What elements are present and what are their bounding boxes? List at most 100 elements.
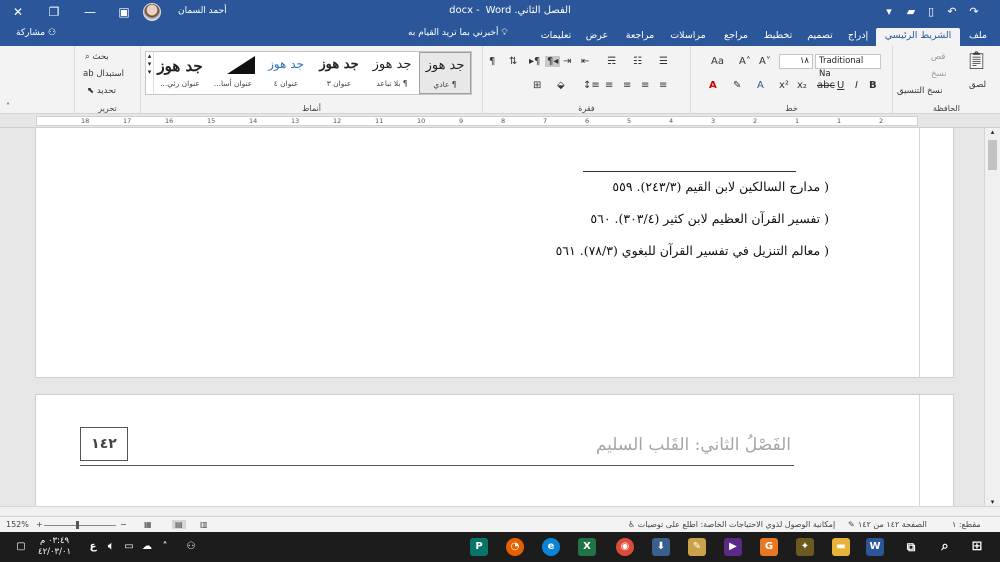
page-number-box[interactable]: ١٤٢ — [80, 427, 128, 461]
app-icon[interactable]: ✎ — [688, 538, 706, 556]
vertical-scrollbar[interactable]: ▴ ▾ — [984, 128, 1000, 506]
decrease-indent-icon[interactable]: ⇤ — [581, 56, 589, 67]
firefox-icon[interactable]: ◔ — [506, 538, 524, 556]
paste-button[interactable]: لصق — [969, 80, 986, 90]
page[interactable]: ( مدارج السالكين لابن القيم (٢٤٣/٣). ٥٥٩… — [35, 128, 954, 378]
proofing-icon[interactable]: ✎ — [848, 520, 855, 529]
zoom-slider[interactable] — [44, 525, 116, 526]
accessibility-status[interactable]: إمكانية الوصول لذوي الاحتياجات الخاصة: ا… — [628, 520, 835, 529]
tab-help[interactable]: تعليمات — [536, 28, 576, 46]
highlight-icon[interactable]: ✎ — [733, 80, 741, 91]
font-color-icon[interactable]: A — [709, 80, 717, 91]
chevron-up-icon[interactable]: ˄ — [156, 538, 174, 556]
onedrive-icon[interactable]: ☁ — [138, 538, 156, 556]
ribbon-display-icon[interactable]: ▣ — [106, 0, 142, 24]
bullets-icon[interactable]: ☰ — [659, 56, 668, 67]
scroll-thumb[interactable] — [988, 140, 997, 170]
copy-button[interactable]: نسخ — [931, 69, 946, 79]
horizontal-scrollbar[interactable] — [0, 506, 1000, 516]
numbering-icon[interactable]: ☷ — [633, 56, 642, 67]
align-center-icon[interactable]: ≡ — [641, 80, 649, 91]
clock[interactable]: ٠٣:٤٩ م ٤٢/٠٣/٠١ — [38, 536, 71, 558]
web-layout-icon[interactable]: ▦ — [144, 520, 152, 529]
tab-design[interactable]: تصميم — [802, 28, 838, 46]
read-mode-icon[interactable]: ▥ — [200, 520, 208, 529]
redo-icon[interactable]: ↷ — [966, 4, 982, 20]
people-icon[interactable]: ⚇ — [182, 538, 200, 556]
document-area[interactable]: ( مدارج السالكين لابن القيم (٢٤٣/٣). ٥٥٩… — [0, 128, 984, 506]
tab-insert[interactable]: إدراج — [842, 28, 874, 46]
rtl-direction-icon[interactable]: ¶◂ — [545, 56, 561, 67]
close-button[interactable]: ✕ — [0, 0, 36, 24]
print-layout-icon[interactable]: ▤ — [172, 520, 186, 529]
underline-icon[interactable]: U — [837, 80, 844, 91]
footnote-text[interactable]: ( معالم التنزيل في تفسير القرآن للبغوي (… — [556, 243, 829, 258]
replace-button[interactable]: استبدال ab — [83, 69, 124, 79]
network-icon[interactable]: ▭ — [120, 538, 138, 556]
strikethrough-icon[interactable]: abc — [817, 80, 835, 91]
paste-icon[interactable]: 📋︎ — [965, 50, 988, 71]
volume-icon[interactable]: 🔈︎ — [102, 538, 120, 556]
style-title[interactable]: جد هوز عنوان رئي... — [154, 52, 206, 94]
horizontal-ruler[interactable]: 2 1 1 2 3 4 5 6 7 8 9 10 11 12 13 14 15 16 17 18 — [0, 114, 1000, 128]
app-icon[interactable]: G — [760, 538, 778, 556]
scroll-down-icon[interactable]: ▾ — [985, 498, 1000, 506]
new-document-icon[interactable]: ▯ — [923, 4, 939, 20]
borders-icon[interactable]: ⊞ — [533, 80, 541, 91]
find-button[interactable]: بحث ⌕ — [85, 52, 109, 62]
tab-references[interactable]: مراجع — [720, 28, 752, 46]
zoom-level[interactable]: 152% — [6, 520, 29, 529]
tab-layout[interactable]: تخطيط — [760, 28, 796, 46]
collapse-ribbon-icon[interactable]: ˄ — [6, 102, 10, 111]
change-case-icon[interactable]: Aa — [711, 56, 724, 67]
page[interactable]: الفَصْلُ الثاني: القَلب السليم ١٤٢ — [35, 394, 954, 506]
style-normal[interactable]: جد هوز ¶ عادي — [419, 52, 471, 94]
font-name-box[interactable]: Traditional Na — [815, 54, 881, 79]
publisher-icon[interactable]: P — [470, 538, 488, 556]
show-marks-icon[interactable]: ¶ — [489, 56, 495, 67]
word-taskbar-icon[interactable]: W — [866, 538, 884, 556]
subscript-icon[interactable]: x₂ — [797, 80, 807, 91]
bold-icon[interactable]: B — [869, 80, 877, 91]
tell-me-search[interactable]: 💡︎ أخبرني بما تريد القيام به — [408, 28, 508, 38]
app-icon[interactable]: ✦ — [796, 538, 814, 556]
grow-font-icon[interactable]: A˄ — [739, 56, 751, 67]
tab-mailings[interactable]: مراسلات — [664, 28, 712, 46]
edge-icon[interactable]: e — [542, 538, 560, 556]
style-subtitle[interactable]: عنوان أسا... — [207, 52, 259, 94]
excel-icon[interactable]: X — [578, 538, 596, 556]
user-name[interactable]: أحمد السمان — [178, 6, 227, 16]
windows-start-icon[interactable]: ⊞ — [968, 538, 986, 556]
justify-icon[interactable]: ≡ — [605, 80, 613, 91]
zoom-in-button[interactable]: + — [36, 520, 43, 529]
italic-icon[interactable]: I — [855, 80, 858, 91]
avatar[interactable] — [143, 3, 161, 21]
tab-review[interactable]: مراجعة — [620, 28, 660, 46]
undo-icon[interactable]: ↶ — [944, 4, 960, 20]
open-folder-icon[interactable]: ▰ — [903, 4, 919, 20]
chrome-icon[interactable]: ◉ — [616, 538, 634, 556]
page-header-title[interactable]: الفَصْلُ الثاني: القَلب السليم — [596, 435, 791, 455]
restore-button[interactable]: ❐ — [36, 0, 72, 24]
page-indicator[interactable]: الصفحة ١٤٢ من ١٤٢ — [858, 520, 927, 529]
task-view-icon[interactable]: ⧉ — [902, 538, 920, 556]
customize-toolbar-icon[interactable]: ▾ — [881, 4, 897, 20]
language-indicator[interactable]: ع — [84, 538, 102, 556]
ltr-direction-icon[interactable]: ▸¶ — [529, 56, 540, 67]
format-painter-button[interactable]: نسخ التنسيق — [897, 86, 942, 96]
tab-file[interactable]: ملف — [962, 28, 994, 46]
multilevel-list-icon[interactable]: ☴ — [607, 56, 616, 67]
shading-icon[interactable]: ⬙ — [557, 80, 565, 91]
tab-home[interactable]: الشريط الرئيسي — [876, 28, 960, 46]
footnote-text[interactable]: ( مدارج السالكين لابن القيم (٢٤٣/٣). ٥٥٩ — [612, 179, 829, 194]
app-icon[interactable]: ⬇ — [652, 538, 670, 556]
cut-button[interactable]: قص — [931, 52, 945, 62]
sort-icon[interactable]: ⇅ — [509, 56, 517, 67]
style-heading-3[interactable]: جد هوز عنوان ٣ — [313, 52, 365, 94]
align-left-icon[interactable]: ≡ — [659, 80, 667, 91]
share-button[interactable]: مشاركة ⚇ — [16, 28, 56, 38]
minimize-button[interactable]: — — [72, 0, 108, 24]
zoom-slider-thumb[interactable] — [76, 521, 79, 529]
font-size-box[interactable]: ١٨ — [779, 54, 813, 69]
shrink-font-icon[interactable]: A˅ — [759, 56, 771, 67]
